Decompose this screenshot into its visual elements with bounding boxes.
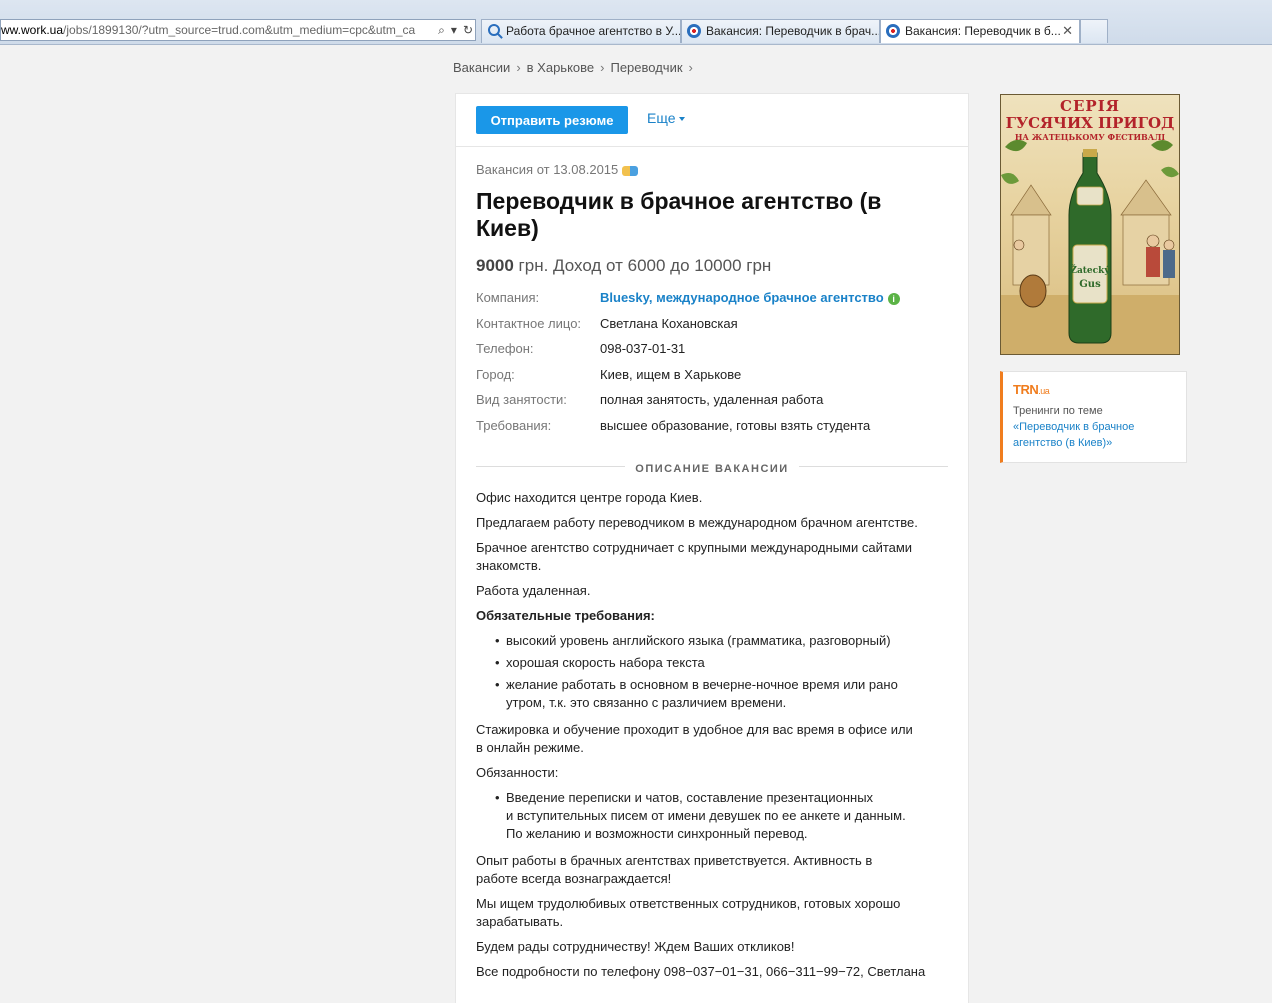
ad-banner[interactable]: Žatecký Gus СЕРІЯ ГУСЯЧИХ ПРИГОД НА ЖАТЕ…	[1000, 94, 1180, 355]
list-item: Введение переписки и чатов, составление …	[495, 789, 948, 843]
desc-paragraph: Будем рады сотрудничеству! Ждем Ваших от…	[476, 939, 795, 954]
info-row-employment: Вид занятости: полная занятость, удаленн…	[476, 392, 948, 418]
page-title: Переводчик в брачное агентство (в Киев)	[476, 188, 882, 241]
breadcrumb-vacancies[interactable]: Вакансии	[453, 60, 510, 75]
more-dropdown[interactable]: Еще	[647, 110, 685, 126]
info-row-city: Город: Киев, ищем в Харькове	[476, 367, 948, 393]
description-header: ОПИСАНИЕ ВАКАНСИИ	[476, 459, 948, 475]
ad-title-line3: НА ЖАТЕЦЬКОМУ ФЕСТИВАЛІ	[1014, 132, 1166, 142]
list-item: хорошая скорость набора текста	[495, 654, 948, 672]
duties-list: Введение переписки и чатов, составление …	[476, 789, 948, 843]
desc-paragraph: Офис находится центре города Киев.	[476, 490, 703, 505]
address-bar-actions: ⌕ ▾ ↻	[434, 20, 473, 40]
posted-date-text: Вакансия от 13.08.2015	[476, 162, 619, 177]
info-icon[interactable]: i	[887, 292, 900, 305]
handshake-icon	[622, 165, 639, 176]
info-key: Компания:	[476, 290, 540, 305]
duty-line: и вступительных писем от имени девушек п…	[506, 808, 906, 823]
company-link[interactable]: Bluesky, международное брачное агентство…	[600, 290, 900, 316]
url-host: ww.work.ua	[1, 23, 64, 37]
vacancy-card: Отправить резюме Еще Вакансия от 13.08.2…	[455, 93, 969, 1003]
duties-title: Обязанности:	[476, 765, 559, 780]
desc-paragraph: Мы ищем трудолюбивых ответственных сотру…	[476, 896, 901, 929]
browser-chrome: ww.work.ua/jobs/1899130/?utm_source=trud…	[0, 0, 1272, 45]
desc-paragraph: Опыт работы в брачных агентствах приветс…	[476, 853, 873, 886]
dropdown-arrow-icon[interactable]: ▾	[451, 20, 457, 40]
search-icon[interactable]: ⌕	[438, 20, 445, 40]
breadcrumb-category[interactable]: Переводчик	[610, 60, 682, 75]
tab-label: Вакансия: Переводчик в брач...	[706, 24, 880, 38]
trn-text: Тренинги по теме «Переводчик в брачное а…	[1013, 403, 1176, 451]
tab-vacancy-active[interactable]: Вакансия: Переводчик в б... ✕	[880, 19, 1080, 43]
trn-logo-suffix: .ua	[1038, 386, 1050, 396]
tab-search-results[interactable]: Работа брачное агентство в У...	[481, 19, 681, 43]
info-row-phone: Телефон: 098-037-01-31	[476, 341, 948, 367]
info-key: Требования:	[476, 417, 552, 433]
new-tab-button[interactable]	[1080, 19, 1108, 43]
url-path: /jobs/1899130/?utm_source=trud.com&utm_m…	[63, 23, 416, 37]
requirements-title: Обязательные требования:	[476, 608, 655, 623]
target-icon	[687, 24, 701, 38]
info-value: полная занятость, удаленная работа	[600, 392, 824, 407]
company-name: Bluesky, международное брачное агентство	[600, 290, 884, 305]
trn-text-prefix: Тренинги по теме	[1013, 405, 1103, 417]
duty-line: По желанию и возможности синхронный пере…	[506, 826, 808, 841]
info-value: 098-037-01-31	[600, 341, 686, 356]
breadcrumb-separator: ›	[688, 60, 693, 75]
vacancy-content: Вакансия от 13.08.2015 Переводчик в брач…	[456, 162, 968, 981]
vacancy-toolbar: Отправить резюме Еще	[456, 94, 968, 147]
bottle-label-brand: Žatecký	[1070, 264, 1110, 276]
breadcrumb-city[interactable]: в Харькове	[527, 60, 594, 75]
salary-details: грн. Доход от 6000 до 10000 грн	[513, 256, 772, 275]
salary: 9000 грн. Доход от 6000 до 10000 грн	[476, 256, 948, 276]
list-item: высокий уровень английского языка (грамм…	[495, 632, 948, 650]
breadcrumb: Вакансии › в Харькове › Переводчик ›	[453, 60, 699, 75]
address-bar[interactable]: ww.work.ua/jobs/1899130/?utm_source=trud…	[0, 19, 476, 41]
trn-trainings-box: TRN.ua Тренинги по теме «Переводчик в бр…	[1000, 371, 1187, 463]
info-key: Телефон:	[476, 341, 534, 356]
breadcrumb-separator: ›	[600, 60, 605, 75]
info-key: Контактное лицо:	[476, 315, 582, 331]
info-row-company: Компания: Bluesky, международное брачное…	[476, 290, 948, 316]
posted-date: Вакансия от 13.08.2015	[476, 162, 948, 178]
vacancy-description: Офис находится центре города Киев. Предл…	[476, 489, 948, 981]
trn-logo-text: TRN	[1013, 382, 1039, 397]
info-key: Вид занятости:	[476, 392, 567, 407]
breadcrumb-separator: ›	[516, 60, 521, 75]
vacancy-info-table: Компания: Bluesky, международное брачное…	[476, 290, 948, 443]
desc-paragraph: Все подробности по телефону 098−037−01−3…	[476, 964, 926, 979]
ad-title-line2: ГУСЯЧИХ ПРИГОД	[1005, 114, 1175, 132]
desc-paragraph: Работа удаленная.	[476, 583, 591, 598]
description-header-text: ОПИСАНИЕ ВАКАНСИИ	[625, 463, 799, 475]
info-value: Светлана Кохановская	[600, 315, 738, 331]
ad-title-line1: СЕРІЯ	[1060, 97, 1120, 115]
desc-paragraph: Предлагаем работу переводчиком в междуна…	[476, 515, 918, 530]
bottle-label-name: Gus	[1079, 279, 1101, 290]
desc-paragraph: Стажировка и обучение проходит в удобное…	[476, 722, 913, 755]
trn-logo[interactable]: TRN.ua	[1013, 382, 1176, 397]
requirements-list: высокий уровень английского языка (грамм…	[476, 632, 948, 712]
info-key: Город:	[476, 366, 515, 382]
send-resume-button[interactable]: Отправить резюме	[476, 106, 628, 134]
close-icon[interactable]: ✕	[1062, 20, 1073, 42]
search-icon	[488, 24, 500, 36]
tab-label: Работа брачное агентство в У...	[506, 24, 681, 38]
desc-paragraph: Брачное агентство сотрудничает с крупным…	[476, 540, 913, 573]
tab-label: Вакансия: Переводчик в б...	[905, 24, 1061, 38]
more-label: Еще	[647, 110, 676, 126]
refresh-icon[interactable]: ↻	[463, 20, 473, 40]
duty-line: Введение переписки и чатов, составление …	[506, 790, 874, 805]
trn-training-link[interactable]: «Переводчик в брачное агентство (в Киев)…	[1013, 421, 1134, 449]
caret-down-icon	[678, 117, 685, 122]
list-item: желание работать в основном в вечерне-но…	[495, 676, 938, 712]
info-value: Киев, ищем в Харькове	[600, 366, 742, 382]
info-value: высшее образование, готовы взять студент…	[600, 417, 871, 433]
info-row-requirements: Требования: высшее образование, готовы в…	[476, 418, 948, 444]
tab-vacancy-1[interactable]: Вакансия: Переводчик в брач...	[681, 19, 880, 43]
info-row-contact: Контактное лицо: Светлана Кохановская	[476, 316, 948, 342]
salary-amount: 9000	[476, 256, 514, 275]
target-icon	[886, 24, 900, 38]
